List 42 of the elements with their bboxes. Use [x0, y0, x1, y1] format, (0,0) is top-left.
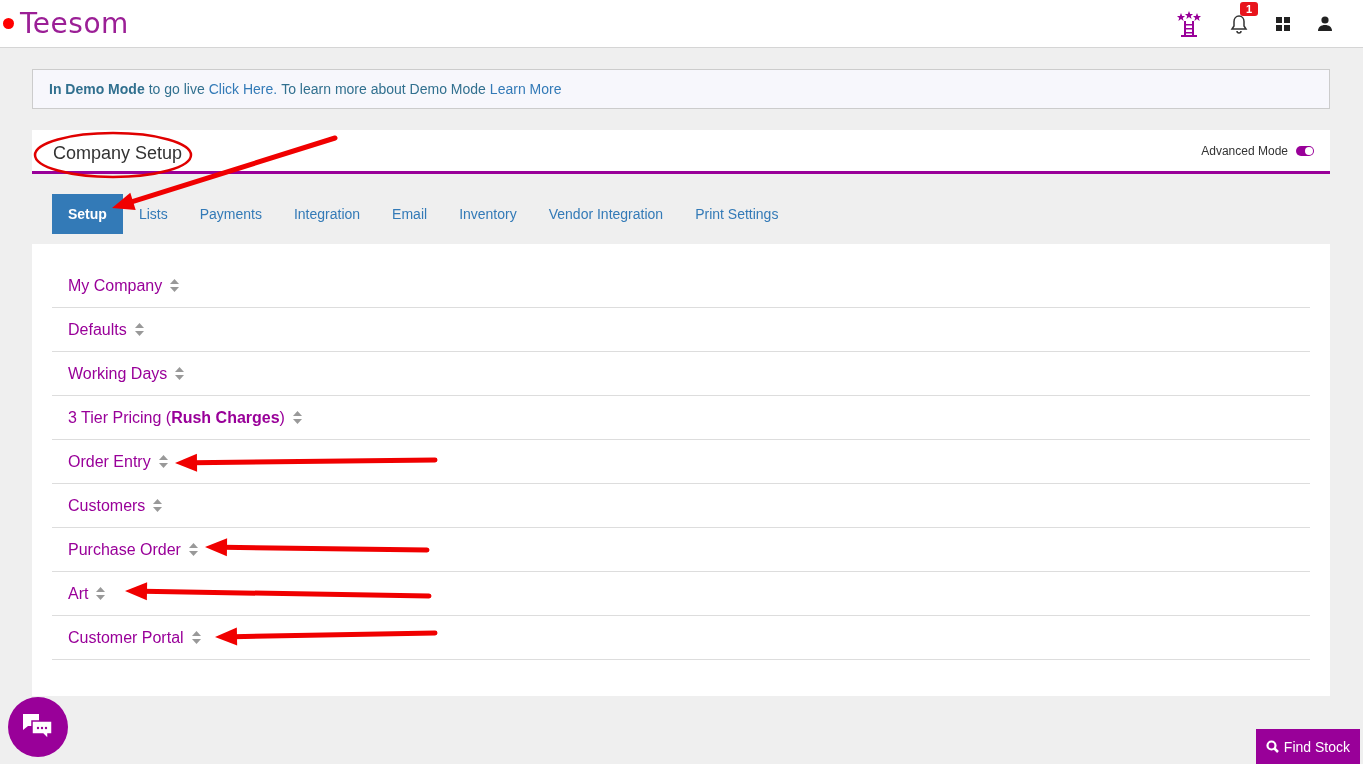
tab[interactable]: Print Settings: [679, 194, 795, 234]
search-icon: [1265, 740, 1279, 753]
find-stock-button[interactable]: Find Stock: [1255, 729, 1360, 764]
logo[interactable]: Teesom: [20, 7, 129, 40]
learn-more-link[interactable]: Learn More: [489, 81, 562, 97]
sort-icon: [158, 455, 168, 468]
status-dot-icon: [3, 18, 14, 29]
notification-bell-icon[interactable]: [1230, 13, 1248, 34]
tab[interactable]: Lists: [122, 194, 184, 234]
section-toggle[interactable]: Art: [68, 584, 89, 603]
apps-grid-icon[interactable]: [1276, 16, 1290, 31]
section-toggle[interactable]: 3 Tier Pricing (Rush Charges): [68, 408, 285, 427]
tab[interactable]: Setup: [52, 194, 123, 234]
tab[interactable]: Vendor Integration: [532, 194, 680, 234]
sort-icon: [96, 587, 106, 600]
advanced-mode-label: Advanced Mode: [1201, 143, 1288, 158]
sort-icon: [134, 323, 144, 336]
section-toggle[interactable]: Customer Portal: [68, 628, 184, 647]
click-here-link[interactable]: Click Here.: [208, 81, 278, 97]
notification-count: 1: [1240, 1, 1259, 16]
user-icon[interactable]: [1318, 16, 1332, 31]
sort-icon: [188, 543, 198, 556]
sort-icon: [153, 499, 163, 512]
tab[interactable]: Email: [376, 194, 444, 234]
page-title: Company Setup: [53, 143, 183, 164]
demo-mode-banner: In Demo Mode to go live Click Here. To learn more about Demo Mode Learn More: [32, 69, 1330, 109]
sort-icon: [191, 631, 201, 644]
section-toggle[interactable]: Order Entry: [68, 452, 151, 471]
advanced-mode-toggle[interactable]: [1296, 145, 1314, 156]
chat-button[interactable]: [8, 697, 68, 757]
tab[interactable]: Integration: [277, 194, 377, 234]
section-toggle[interactable]: Purchase Order: [68, 540, 181, 559]
section-toggle[interactable]: Customers: [68, 496, 146, 515]
tab[interactable]: Payments: [183, 194, 278, 234]
tab[interactable]: Inventory: [443, 194, 533, 234]
section-toggle[interactable]: Working Days: [68, 364, 168, 383]
section-toggle[interactable]: Defaults: [68, 320, 127, 339]
sort-icon: [170, 279, 180, 292]
sort-icon: [175, 367, 185, 380]
sort-icon: [292, 411, 302, 424]
ladder-stars-icon[interactable]: [1176, 10, 1202, 37]
section-toggle[interactable]: My Company: [68, 276, 163, 295]
